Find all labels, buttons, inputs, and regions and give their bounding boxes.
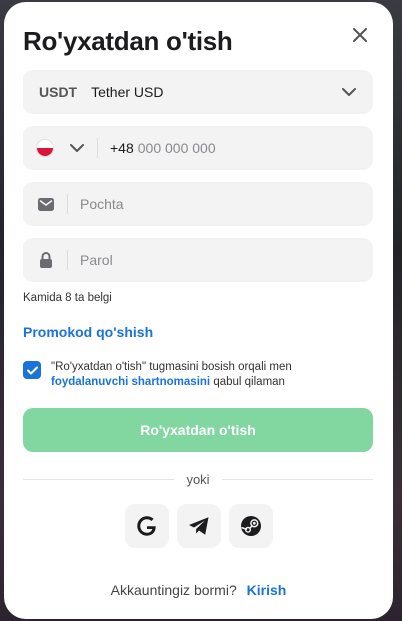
modal-title: Ro'yxatdan o'tish [23, 26, 233, 56]
phone-field[interactable]: +48 000 000 000 [23, 126, 373, 170]
close-icon [353, 28, 367, 42]
promo-code-link[interactable]: Promokod qo'shish [23, 324, 153, 340]
agreement-text-after: qabul qilaman [213, 376, 285, 388]
agreement-row: "Ro'yxatdan o'tish" tugmasini bosish orq… [23, 360, 373, 390]
password-hint: Kamida 8 ta belgi [23, 292, 112, 304]
social-login-buttons [125, 504, 273, 548]
telegram-login-button[interactable] [177, 504, 221, 548]
envelope-icon [38, 197, 54, 211]
google-login-button[interactable] [125, 504, 169, 548]
currency-select[interactable]: USDT Tether USD [23, 70, 373, 114]
chevron-down-icon [342, 88, 356, 96]
user-agreement-link[interactable]: foydalanuvchi shartnomasini [51, 376, 210, 388]
currency-name: Tether USD [91, 84, 164, 100]
lock-icon [40, 252, 52, 268]
agreement-checkbox[interactable] [23, 361, 41, 379]
register-button[interactable]: Ro'yxatdan o'tish [23, 408, 373, 452]
poland-flag-icon[interactable] [37, 140, 53, 156]
google-icon [137, 516, 156, 536]
field-divider [67, 194, 68, 214]
phone-country-code: +48 [110, 140, 134, 156]
country-dropdown[interactable] [69, 143, 85, 153]
field-divider [97, 138, 98, 158]
telegram-icon [189, 517, 209, 535]
checkmark-icon [26, 366, 38, 374]
email-field[interactable]: Pochta [23, 182, 373, 226]
agreement-text: "Ro'yxatdan o'tish" tugmasini bosish orq… [51, 360, 292, 390]
or-label: yoki [186, 471, 210, 487]
steam-login-button[interactable] [229, 504, 273, 548]
agreement-text-before: "Ro'yxatdan o'tish" tugmasini bosish orq… [51, 361, 292, 373]
chevron-down-icon [70, 144, 84, 152]
email-input[interactable]: Pochta [80, 196, 124, 212]
steam-icon [241, 516, 261, 536]
password-field[interactable]: Parol [23, 238, 373, 282]
close-button[interactable] [349, 24, 371, 46]
login-link[interactable]: Kirish [247, 582, 287, 598]
registration-modal: Ro'yxatdan o'tish USDT Tether USD +48 00… [4, 2, 393, 619]
currency-code: USDT [39, 84, 78, 100]
login-question: Akkauntingiz bormi? [110, 582, 237, 598]
phone-input[interactable]: 000 000 000 [138, 140, 216, 156]
or-divider: yoki [23, 470, 373, 488]
login-prompt: Akkauntingiz bormi? Kirish [4, 582, 393, 598]
field-divider [67, 250, 68, 270]
password-input[interactable]: Parol [80, 252, 113, 268]
